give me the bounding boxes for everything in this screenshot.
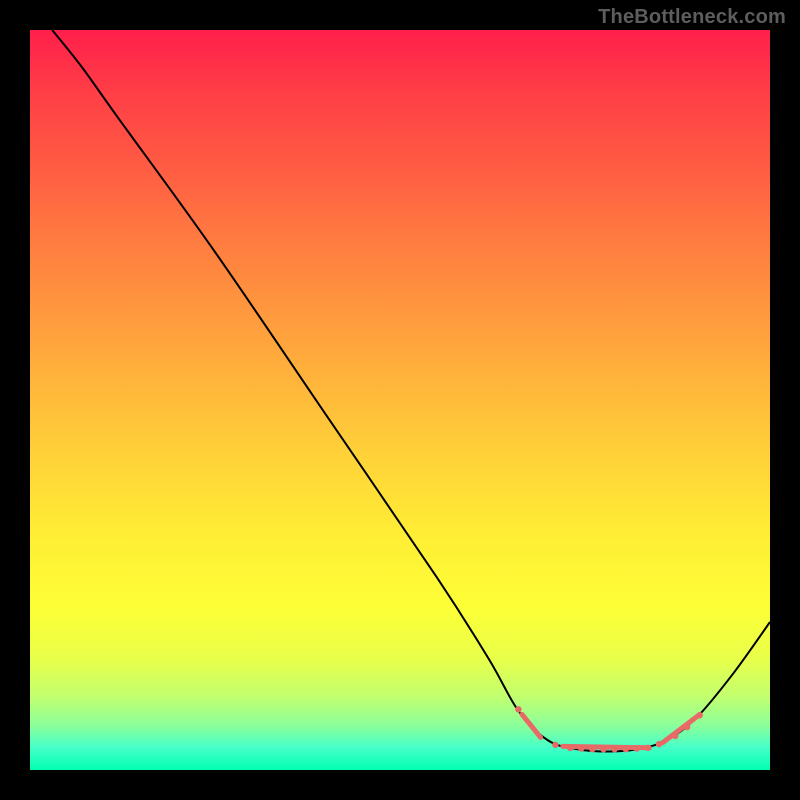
highlight-dot [656,741,662,747]
chart-frame: TheBottleneck.com [0,0,800,800]
highlight-dot [589,746,595,752]
curve-svg [30,30,770,770]
highlight-dot [697,712,703,718]
highlight-dot [645,745,651,751]
highlight-dot [634,745,640,751]
highlight-dot [567,745,573,751]
highlight-dot [578,745,584,751]
highlight-dot [623,746,629,752]
plot-area [30,30,770,770]
highlight-dot [672,733,678,739]
highlight-dashes [522,715,700,748]
attribution-text: TheBottleneck.com [598,6,786,29]
highlight-dot [684,724,690,730]
highlight-dot [611,746,617,752]
highlight-dot [552,742,558,748]
highlight-dot [515,706,521,712]
bottleneck-curve [52,30,770,752]
highlight-dash [663,715,700,743]
highlight-dash [522,715,541,738]
highlight-dot [600,746,606,752]
